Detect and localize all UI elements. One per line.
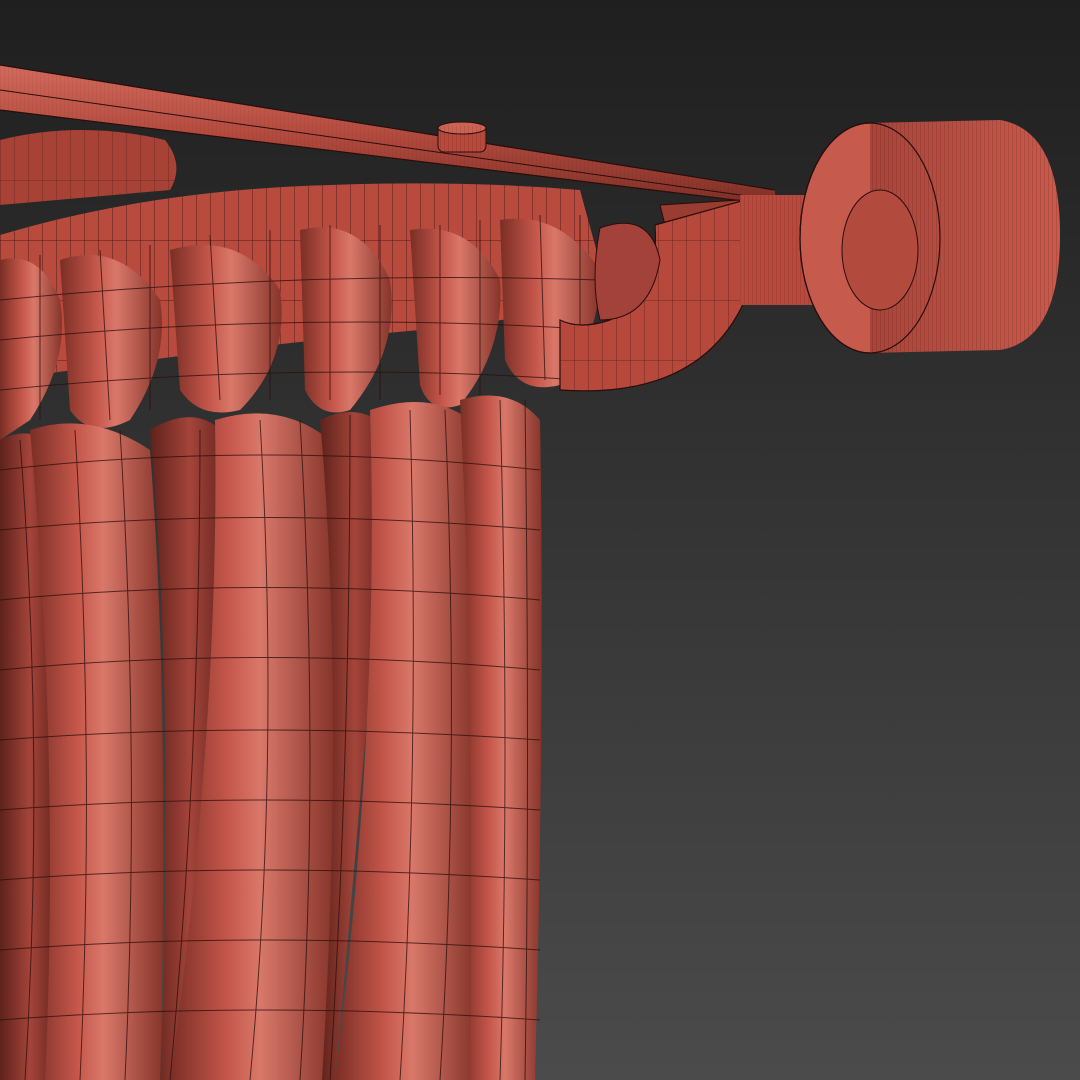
curtain-body xyxy=(0,183,610,1080)
viewport-render xyxy=(0,0,1080,1080)
rail-screw xyxy=(437,121,487,153)
rod-finial xyxy=(799,120,1060,354)
